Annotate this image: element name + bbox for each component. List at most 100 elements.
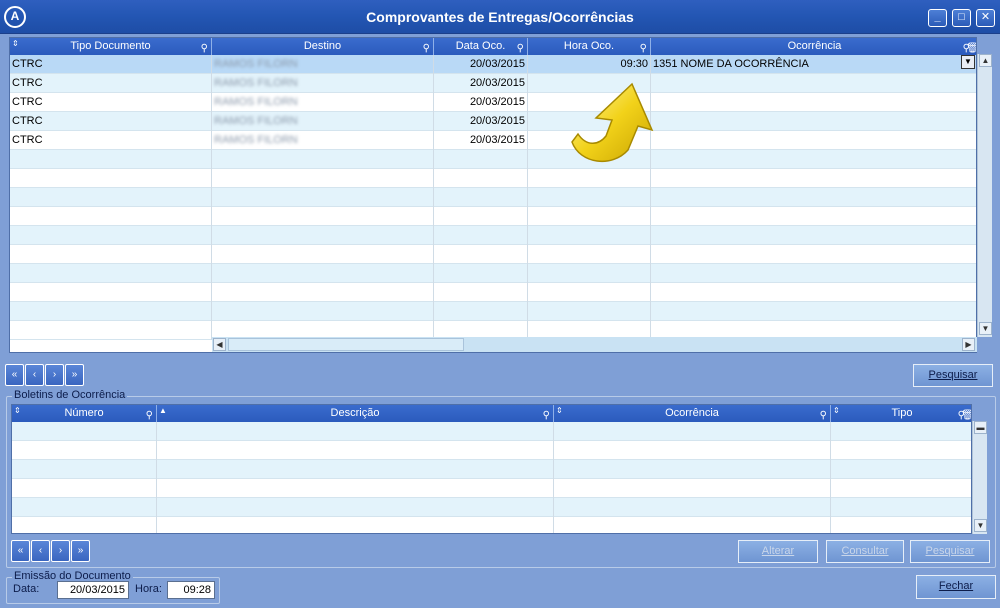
entregas-grid[interactable]: ⇕ Tipo Documento ⚲ Destino ⚲ Data Oco. ⚲…	[9, 37, 977, 353]
table-cell[interactable]	[12, 498, 157, 517]
table-cell-hora[interactable]	[528, 74, 651, 93]
table-cell-destino[interactable]	[212, 150, 434, 169]
table-cell-tipo[interactable]	[10, 264, 212, 283]
table-row[interactable]	[10, 245, 976, 264]
table-cell[interactable]	[831, 498, 971, 517]
table-row[interactable]: CTRC RAMOS FILORN 20/03/2015	[10, 131, 976, 150]
table-row[interactable]: CTRC RAMOS FILORN 20/03/2015	[10, 74, 976, 93]
col-descricao[interactable]: ▲ Descrição ⚲	[157, 405, 554, 422]
table-cell-data[interactable]: 20/03/2015	[434, 74, 528, 93]
table-cell-ocorrencia[interactable]	[651, 131, 976, 150]
pesquisar-top-button[interactable]: Pesquisar	[913, 364, 993, 387]
table-cell-hora[interactable]	[528, 245, 651, 264]
col-data-oco[interactable]: Data Oco. ⚲	[434, 38, 528, 55]
table-cell-tipo[interactable]	[10, 245, 212, 264]
table-cell-ocorrencia[interactable]	[651, 188, 976, 207]
nav-next-button[interactable]: ›	[45, 364, 64, 386]
table-cell-hora[interactable]	[528, 207, 651, 226]
table-cell-destino[interactable]: RAMOS FILORN	[212, 131, 434, 150]
scroll-left-button[interactable]: ◀	[213, 338, 226, 351]
alterar-button[interactable]: Alterar	[738, 540, 818, 563]
table-cell-destino[interactable]	[212, 264, 434, 283]
consultar-button[interactable]: Consultar	[826, 540, 904, 563]
table-cell[interactable]	[157, 460, 554, 479]
table-cell-tipo[interactable]: CTRC	[10, 55, 212, 74]
table-cell-data[interactable]: 20/03/2015	[434, 93, 528, 112]
scroll-down-button[interactable]: ▼	[974, 519, 987, 532]
table-cell-tipo[interactable]	[10, 188, 212, 207]
table-cell-destino[interactable]	[212, 188, 434, 207]
table-cell-data[interactable]: 20/03/2015	[434, 55, 528, 74]
table-row[interactable]: CTRC RAMOS FILORN 20/03/2015	[10, 93, 976, 112]
table-cell-tipo[interactable]: CTRC	[10, 131, 212, 150]
table-cell[interactable]	[157, 517, 554, 533]
table-cell[interactable]	[831, 479, 971, 498]
table-cell-ocorrencia[interactable]	[651, 283, 976, 302]
table-row[interactable]	[10, 226, 976, 245]
table-cell-destino[interactable]: RAMOS FILORN	[212, 55, 434, 74]
table-cell-destino[interactable]: RAMOS FILORN	[212, 74, 434, 93]
table-row[interactable]	[10, 302, 976, 321]
table-row[interactable]	[12, 517, 971, 533]
scroll-down-button[interactable]: ▼	[979, 322, 992, 335]
table-cell-tipo[interactable]	[10, 169, 212, 188]
table-cell-data[interactable]	[434, 150, 528, 169]
table-cell[interactable]	[831, 517, 971, 533]
table-cell-tipo[interactable]	[10, 283, 212, 302]
table-cell[interactable]	[12, 479, 157, 498]
nav-prev-button[interactable]: ‹	[25, 364, 44, 386]
table-cell-hora[interactable]	[528, 188, 651, 207]
table-cell-ocorrencia[interactable]	[651, 74, 976, 93]
bol-nav-next-button[interactable]: ›	[51, 540, 70, 562]
table-cell[interactable]	[554, 460, 831, 479]
table-cell[interactable]	[12, 441, 157, 460]
col-tipo[interactable]: ⇕ Tipo ⚲ 🗑	[831, 405, 971, 422]
minimize-button[interactable]: _	[928, 9, 947, 27]
table-cell-hora[interactable]	[528, 226, 651, 245]
table-cell-data[interactable]	[434, 283, 528, 302]
table-row[interactable]	[10, 188, 976, 207]
table-cell-hora[interactable]	[528, 169, 651, 188]
table-cell-ocorrencia[interactable]	[651, 302, 976, 321]
table-cell-data[interactable]	[434, 302, 528, 321]
table-cell-destino[interactable]: RAMOS FILORN	[212, 112, 434, 131]
table-cell[interactable]	[554, 498, 831, 517]
table-cell-destino[interactable]	[212, 302, 434, 321]
table-cell[interactable]	[831, 422, 971, 441]
table-cell-destino[interactable]	[212, 169, 434, 188]
table-cell-ocorrencia[interactable]	[651, 207, 976, 226]
table-cell-destino[interactable]: RAMOS FILORN	[212, 93, 434, 112]
data-field[interactable]: 20/03/2015	[57, 581, 129, 599]
table-cell-ocorrencia[interactable]	[651, 245, 976, 264]
table-cell-hora[interactable]	[528, 93, 651, 112]
table-cell-destino[interactable]	[212, 283, 434, 302]
col-destino[interactable]: Destino ⚲	[212, 38, 434, 55]
table-cell-data[interactable]	[434, 188, 528, 207]
maximize-button[interactable]: □	[952, 9, 971, 27]
col-tipo-documento[interactable]: ⇕ Tipo Documento ⚲	[10, 38, 212, 55]
bol-nav-prev-button[interactable]: ‹	[31, 540, 50, 562]
table-cell-destino[interactable]	[212, 207, 434, 226]
boletins-vscroll[interactable]: ▬ ▼	[972, 421, 987, 534]
table-cell[interactable]	[12, 422, 157, 441]
table-cell-data[interactable]: 20/03/2015	[434, 131, 528, 150]
table-cell-hora[interactable]: 09:30	[528, 55, 651, 74]
table-cell-hora[interactable]	[528, 283, 651, 302]
table-cell-hora[interactable]	[528, 264, 651, 283]
table-row[interactable]	[12, 498, 971, 517]
bol-nav-last-button[interactable]: »	[71, 540, 90, 562]
table-row[interactable]	[10, 169, 976, 188]
table-cell[interactable]	[831, 460, 971, 479]
table-cell-data[interactable]	[434, 207, 528, 226]
table-cell[interactable]	[12, 460, 157, 479]
table-row[interactable]	[12, 479, 971, 498]
table-cell-hora[interactable]	[528, 302, 651, 321]
scroll-up-button[interactable]: ▲	[979, 54, 992, 67]
col-bol-ocorrencia[interactable]: ⇕ Ocorrência ⚲	[554, 405, 831, 422]
fechar-button[interactable]: Fechar	[916, 575, 996, 599]
table-cell-ocorrencia[interactable]	[651, 112, 976, 131]
scroll-thumb[interactable]	[228, 338, 464, 351]
table-cell-tipo[interactable]	[10, 226, 212, 245]
table-row[interactable]	[12, 460, 971, 479]
table-cell-data[interactable]	[434, 264, 528, 283]
